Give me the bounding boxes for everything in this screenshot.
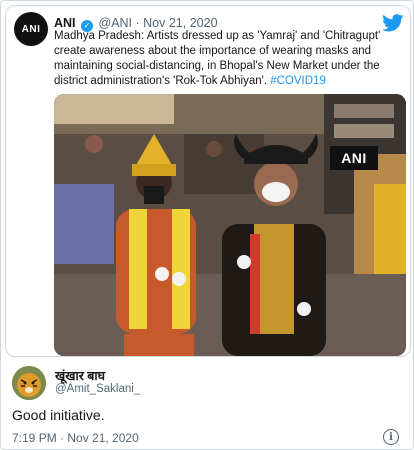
info-icon[interactable]: i bbox=[383, 429, 399, 445]
tweet-photo[interactable]: ANI bbox=[54, 94, 406, 356]
quoted-date[interactable]: Nov 21, 2020 bbox=[143, 16, 217, 30]
tweet-text: Good initiative. bbox=[12, 407, 105, 423]
user-avatar[interactable] bbox=[12, 366, 46, 400]
ani-avatar[interactable]: ANI bbox=[14, 12, 48, 46]
meta-separator: · bbox=[135, 16, 144, 30]
hashtag-link[interactable]: #COVID19 bbox=[270, 75, 326, 87]
market-scene-illustration bbox=[54, 94, 406, 356]
quoted-author-name[interactable]: ANI bbox=[54, 16, 76, 30]
author-handle[interactable]: @Amit_Saklani_ bbox=[55, 383, 140, 395]
ani-watermark: ANI bbox=[330, 146, 378, 170]
tweet-timestamp[interactable]: 7:19 PM · Nov 21, 2020 bbox=[12, 431, 139, 445]
quoted-tweet-body: Madhya Pradesh: Artists dressed up as 'Y… bbox=[54, 30, 381, 87]
tweet-embed: ANI ANI ✓ @ANI · Nov 21, 2020 Madhya Pra… bbox=[0, 0, 414, 450]
tiger-avatar-image bbox=[12, 366, 46, 400]
quoted-tweet-text: Madhya Pradesh: Artists dressed up as 'Y… bbox=[54, 29, 404, 89]
quoted-tweet-card[interactable]: ANI ANI ✓ @ANI · Nov 21, 2020 Madhya Pra… bbox=[5, 5, 411, 357]
author-name[interactable]: खूंखार बाघ bbox=[55, 367, 105, 384]
quoted-author-handle[interactable]: @ANI bbox=[99, 16, 133, 30]
